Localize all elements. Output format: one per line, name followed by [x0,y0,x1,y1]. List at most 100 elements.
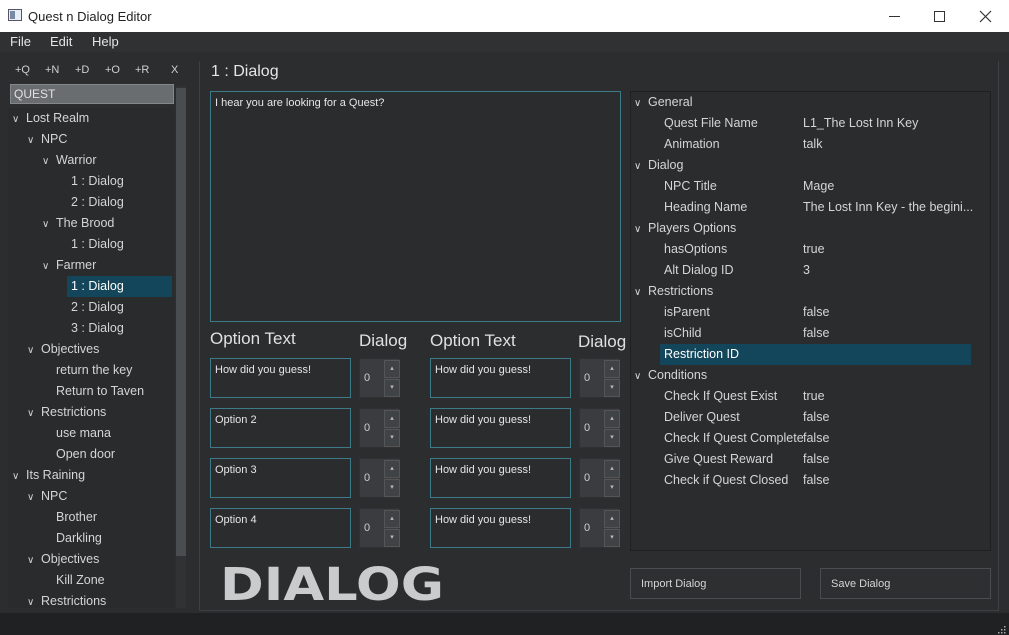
dialog-id-stepper[interactable]: 0 ▴ ▾ [359,358,400,398]
chevron-down-icon[interactable]: ∨ [27,487,41,508]
property-value[interactable]: false [803,323,829,344]
stepper-down-icon[interactable]: ▾ [604,479,620,497]
property-value[interactable]: false [803,428,829,449]
property-value[interactable]: false [803,449,829,470]
dialog-id-stepper[interactable]: 0 ▴ ▾ [579,358,620,398]
import-dialog-button[interactable]: Import Dialog [630,568,801,599]
tree-item[interactable]: 1 : Dialog [67,276,172,297]
scrollbar-thumb[interactable] [176,88,186,556]
property-name[interactable]: Restriction ID [664,344,739,365]
tree-item[interactable]: ∨ Objectives [27,549,99,570]
property-value[interactable]: The Lost Inn Key - the begini... [803,197,973,218]
stepper-down-icon[interactable]: ▾ [604,429,620,447]
option-text-input[interactable]: Option 2 [210,408,351,448]
tree-item[interactable]: Darkling [42,528,102,549]
dialog-id-stepper[interactable]: 0 ▴ ▾ [359,408,400,448]
tree-item[interactable]: ∨ Its Raining [12,465,85,486]
chevron-down-icon[interactable]: ∨ [27,550,41,571]
menu-file[interactable]: File [10,34,31,49]
tree-item[interactable]: use mana [42,423,111,444]
property-value[interactable]: false [803,407,829,428]
tree-item[interactable]: ∨ Restrictions [27,591,106,608]
maximize-button[interactable] [916,0,962,32]
stepper-value[interactable]: 0 [364,372,370,384]
property-name[interactable]: Check If Quest Exist [664,386,777,407]
tree-item[interactable]: ∨ Warrior [42,150,97,171]
chevron-down-icon[interactable]: ∨ [27,403,41,424]
dialog-id-stepper[interactable]: 0 ▴ ▾ [579,408,620,448]
property-category[interactable]: ∨ Restrictions [634,281,713,302]
property-category[interactable]: ∨ Dialog [634,155,683,176]
stepper-up-icon[interactable]: ▴ [384,410,400,428]
property-name[interactable]: isChild [664,323,702,344]
property-name[interactable]: isParent [664,302,710,323]
option-text-input[interactable]: How did you guess! [430,408,571,448]
delete-button[interactable]: X [171,64,178,76]
chevron-down-icon[interactable]: ∨ [27,592,41,608]
stepper-down-icon[interactable]: ▾ [384,479,400,497]
chevron-down-icon[interactable]: ∨ [634,93,648,114]
dialog-id-stepper[interactable]: 0 ▴ ▾ [579,508,620,548]
stepper-up-icon[interactable]: ▴ [384,510,400,528]
property-name[interactable]: Heading Name [664,197,747,218]
dialog-id-stepper[interactable]: 0 ▴ ▾ [359,458,400,498]
option-text-input[interactable]: How did you guess! [430,508,571,548]
tree-item[interactable]: Kill Zone [42,570,105,591]
tree-item[interactable]: ∨ Farmer [42,255,96,276]
stepper-value[interactable]: 0 [584,422,590,434]
option-text-input[interactable]: Option 3 [210,458,351,498]
stepper-value[interactable]: 0 [584,522,590,534]
minimize-button[interactable] [871,0,917,32]
tree-item[interactable]: Open door [42,444,115,465]
property-name[interactable]: NPC Title [664,176,717,197]
property-value[interactable]: Mage [803,176,834,197]
stepper-down-icon[interactable]: ▾ [384,379,400,397]
stepper-value[interactable]: 0 [584,372,590,384]
add-npc-button[interactable]: +N [45,64,59,76]
tree-item[interactable]: ∨ The Brood [42,213,114,234]
property-name[interactable]: Check if Quest Closed [664,470,788,491]
property-name[interactable]: hasOptions [664,239,727,260]
property-name[interactable]: Alt Dialog ID [664,260,733,281]
add-restriction-button[interactable]: +R [135,64,149,76]
chevron-down-icon[interactable]: ∨ [27,340,41,361]
tree-item[interactable]: ∨ Objectives [27,339,99,360]
property-name[interactable]: Deliver Quest [664,407,740,428]
chevron-down-icon[interactable]: ∨ [42,151,56,172]
menu-help[interactable]: Help [92,34,119,49]
tree-item[interactable]: ∨ NPC [27,486,67,507]
chevron-down-icon[interactable]: ∨ [634,366,648,387]
tree-scrollbar[interactable] [176,86,186,608]
property-value[interactable]: true [803,239,825,260]
stepper-down-icon[interactable]: ▾ [604,529,620,547]
stepper-up-icon[interactable]: ▴ [384,460,400,478]
option-text-input[interactable]: How did you guess! [430,458,571,498]
chevron-down-icon[interactable]: ∨ [42,256,56,277]
save-dialog-button[interactable]: Save Dialog [820,568,991,599]
stepper-down-icon[interactable]: ▾ [384,429,400,447]
property-value[interactable]: L1_The Lost Inn Key [803,113,918,134]
dialog-id-stepper[interactable]: 0 ▴ ▾ [579,458,620,498]
tree-item[interactable]: Return to Taven [42,381,144,402]
resize-grip-icon[interactable] [996,624,1006,634]
property-category[interactable]: ∨ General [634,92,692,113]
stepper-up-icon[interactable]: ▴ [604,410,620,428]
dialog-text-input[interactable]: I hear you are looking for a Quest? [210,91,621,322]
property-value[interactable]: talk [803,134,822,155]
tree-item[interactable]: 3 : Dialog [57,318,124,339]
search-input[interactable] [10,84,174,104]
property-category[interactable]: ∨ Conditions [634,365,707,386]
add-dialog-button[interactable]: +D [75,64,89,76]
stepper-up-icon[interactable]: ▴ [604,460,620,478]
tree-item[interactable]: 1 : Dialog [57,234,124,255]
property-name[interactable]: Animation [664,134,720,155]
stepper-down-icon[interactable]: ▾ [384,529,400,547]
stepper-value[interactable]: 0 [584,472,590,484]
add-quest-button[interactable]: +Q [15,64,30,76]
chevron-down-icon[interactable]: ∨ [12,466,26,487]
tree-item[interactable]: ∨ NPC [27,129,67,150]
chevron-down-icon[interactable]: ∨ [42,214,56,235]
option-text-input[interactable]: How did you guess! [430,358,571,398]
stepper-up-icon[interactable]: ▴ [384,360,400,378]
chevron-down-icon[interactable]: ∨ [634,156,648,177]
